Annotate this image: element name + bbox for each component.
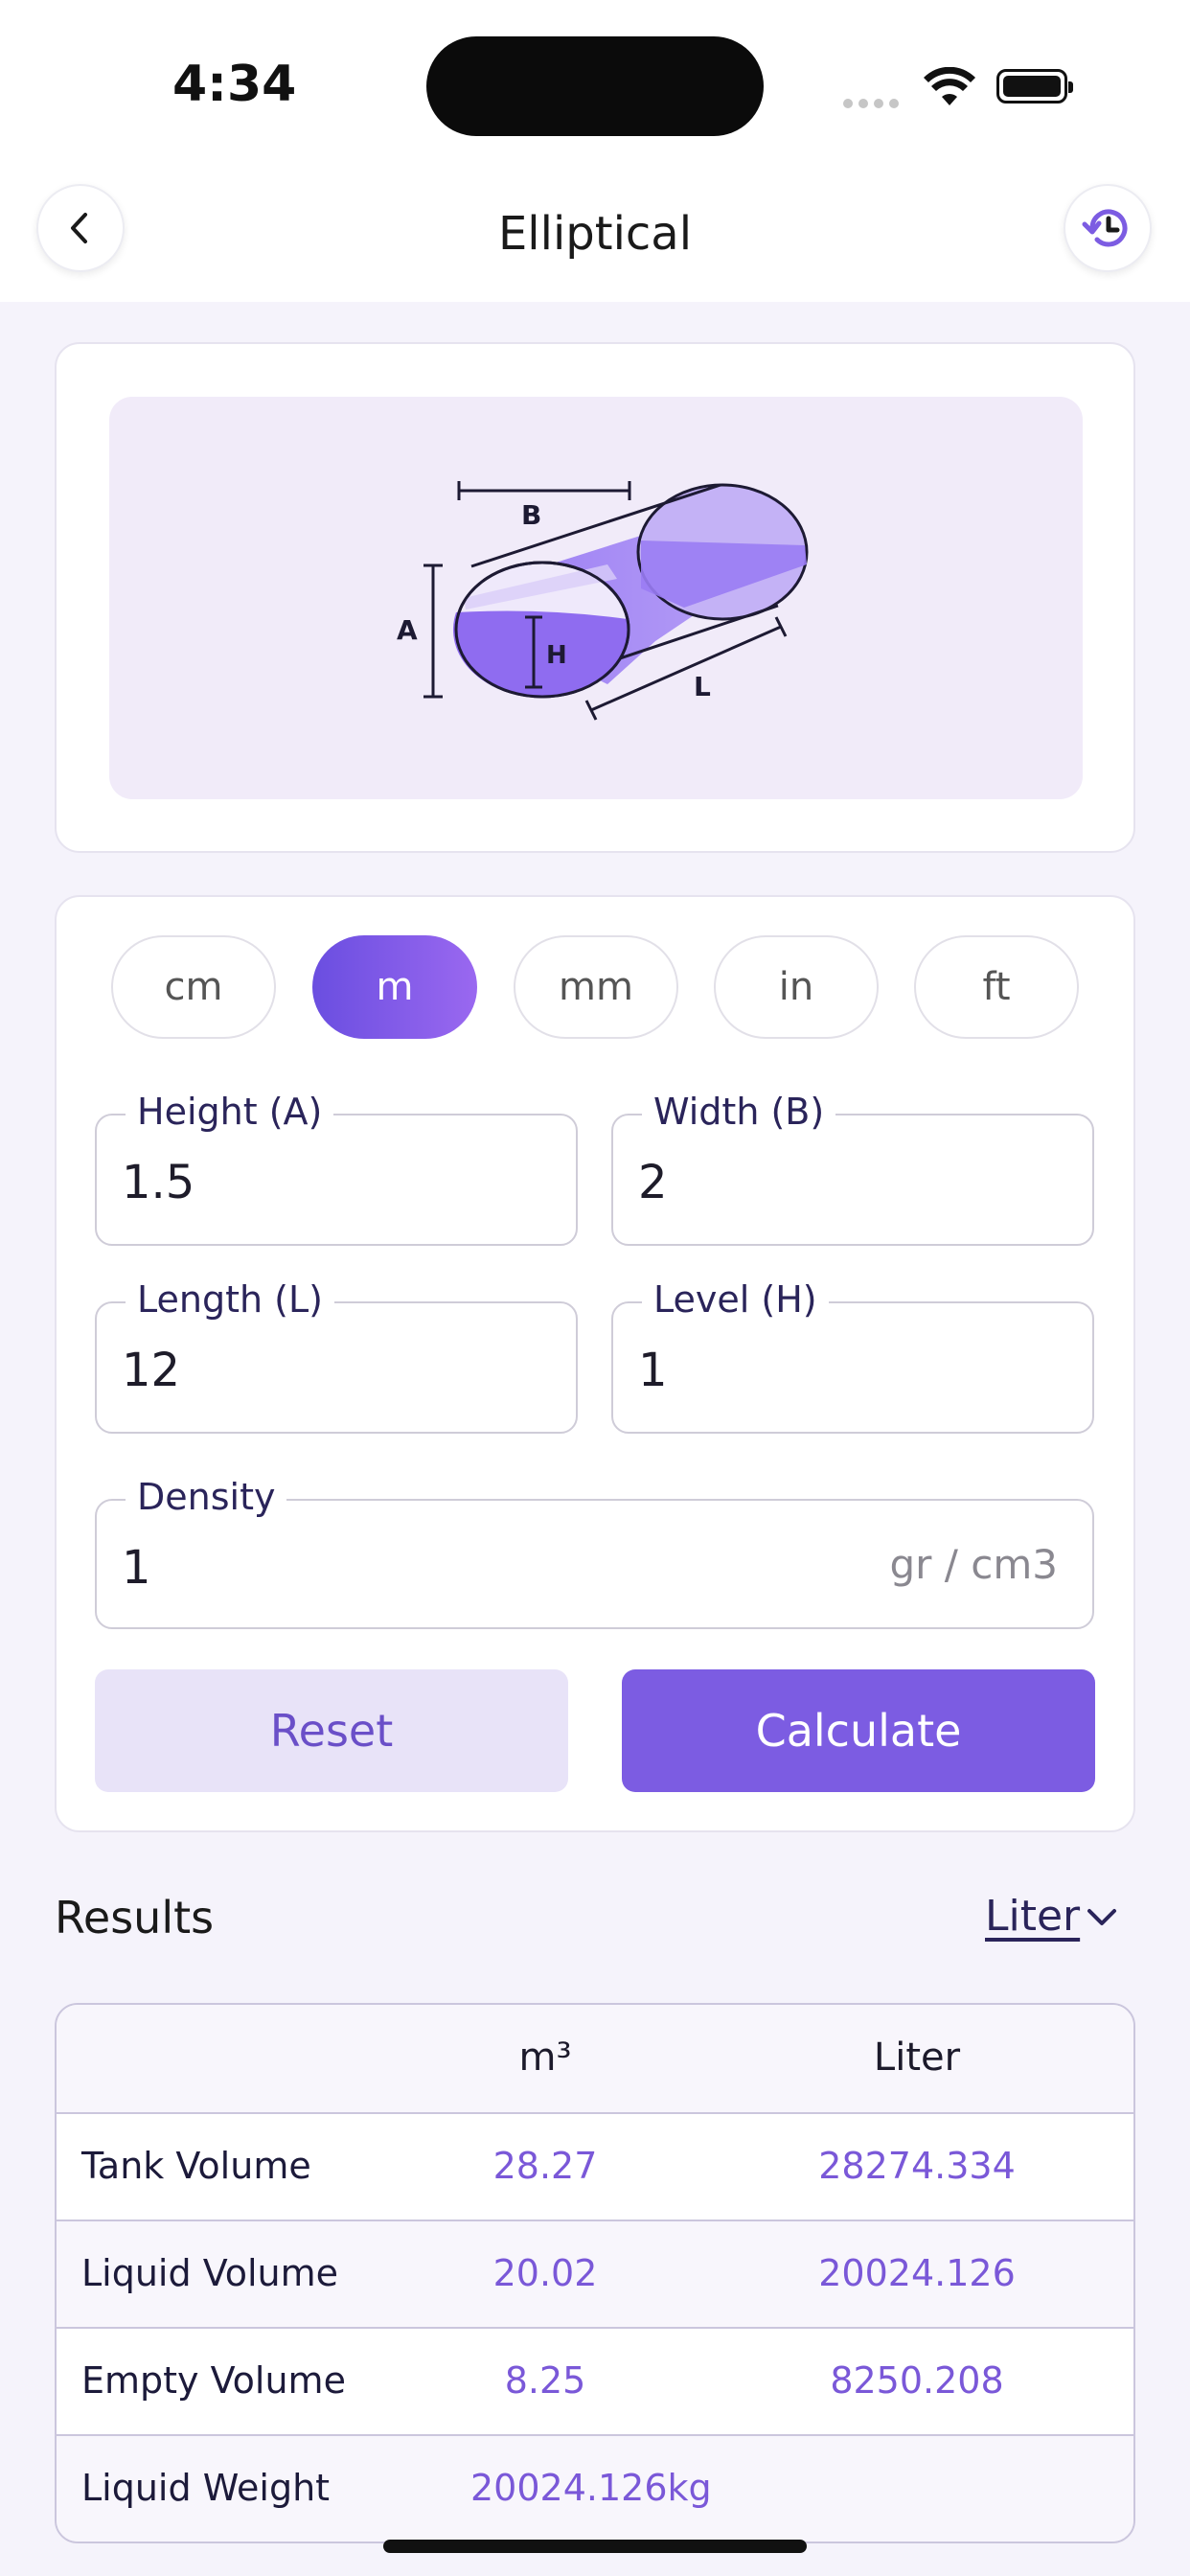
row-label: Tank Volume bbox=[81, 2145, 311, 2187]
unit-m[interactable]: m bbox=[312, 935, 477, 1039]
input-card: cm m mm in ft Height (A) 1.5 Width (B) 2… bbox=[55, 895, 1135, 1832]
unit-cm[interactable]: cm bbox=[111, 935, 276, 1039]
reset-button[interactable]: Reset bbox=[95, 1669, 568, 1792]
label-a: A bbox=[397, 614, 418, 646]
history-button[interactable] bbox=[1064, 184, 1152, 272]
table-row: Liquid Volume 20.02 20024.126 bbox=[57, 2220, 1133, 2327]
page-title: Elliptical bbox=[497, 207, 693, 261]
label-b: B bbox=[521, 499, 541, 531]
result-unit-select[interactable]: Liter bbox=[985, 1892, 1080, 1941]
column-header-liter: Liter bbox=[873, 2036, 961, 2080]
density-value[interactable]: 1 bbox=[122, 1541, 151, 1595]
nav-header: Elliptical bbox=[0, 172, 1190, 302]
label-h: H bbox=[546, 641, 567, 670]
results-title: Results bbox=[55, 1892, 215, 1944]
status-time: 4:34 bbox=[172, 56, 297, 113]
width-field[interactable]: Width (B) 2 bbox=[611, 1091, 1094, 1246]
unit-ft[interactable]: ft bbox=[914, 935, 1079, 1039]
length-field[interactable]: Length (L) 12 bbox=[95, 1278, 578, 1434]
row-value-m3: 8.25 bbox=[504, 2359, 586, 2402]
row-value-liter: 20024.126 bbox=[818, 2252, 1016, 2294]
length-value[interactable]: 12 bbox=[122, 1344, 180, 1397]
results-table: m³ Liter Tank Volume 28.27 28274.334 Liq… bbox=[55, 2003, 1135, 2543]
cellular-signal-icon bbox=[843, 94, 904, 112]
width-label: Width (B) bbox=[642, 1091, 836, 1133]
level-label: Level (H) bbox=[642, 1278, 829, 1321]
density-field[interactable]: Density 1 gr / cm3 bbox=[95, 1476, 1094, 1629]
status-bar: 4:34 bbox=[0, 0, 1190, 172]
table-header-row: m³ Liter bbox=[57, 2005, 1133, 2112]
home-indicator[interactable] bbox=[383, 2540, 807, 2553]
battery-icon bbox=[996, 69, 1073, 104]
unit-mm[interactable]: mm bbox=[514, 935, 678, 1039]
history-icon bbox=[1082, 209, 1128, 247]
row-value-liter: 28274.334 bbox=[818, 2145, 1016, 2187]
level-value[interactable]: 1 bbox=[638, 1344, 668, 1397]
column-header-m3: m³ bbox=[518, 2036, 572, 2080]
elliptical-tank-diagram: H A B L bbox=[397, 481, 809, 721]
row-label: Empty Volume bbox=[81, 2359, 346, 2402]
density-label: Density bbox=[126, 1476, 287, 1518]
diagram-background: H A B L bbox=[109, 397, 1083, 799]
weight-label: Liquid Weight bbox=[81, 2467, 331, 2509]
row-value-liter: 8250.208 bbox=[830, 2359, 1004, 2402]
row-label: Liquid Volume bbox=[81, 2252, 339, 2294]
height-value[interactable]: 1.5 bbox=[122, 1156, 195, 1209]
label-l: L bbox=[694, 671, 711, 702]
width-value[interactable]: 2 bbox=[638, 1156, 668, 1209]
calculate-button[interactable]: Calculate bbox=[622, 1669, 1095, 1792]
weight-value: 20024.126kg bbox=[470, 2467, 712, 2509]
level-field[interactable]: Level (H) 1 bbox=[611, 1278, 1094, 1434]
row-value-m3: 28.27 bbox=[492, 2145, 598, 2187]
diagram-card: H A B L bbox=[55, 342, 1135, 853]
dynamic-island bbox=[426, 36, 764, 136]
wifi-icon bbox=[924, 67, 975, 105]
table-row: Liquid Weight 20024.126kg bbox=[57, 2434, 1133, 2542]
row-value-m3: 20.02 bbox=[492, 2252, 598, 2294]
height-field[interactable]: Height (A) 1.5 bbox=[95, 1091, 578, 1246]
height-label: Height (A) bbox=[126, 1091, 334, 1133]
density-unit: gr / cm3 bbox=[889, 1541, 1058, 1588]
table-row: Tank Volume 28.27 28274.334 bbox=[57, 2112, 1133, 2220]
chevron-down-icon[interactable] bbox=[1085, 1903, 1119, 1930]
length-label: Length (L) bbox=[126, 1278, 334, 1321]
unit-in[interactable]: in bbox=[714, 935, 879, 1039]
table-row: Empty Volume 8.25 8250.208 bbox=[57, 2327, 1133, 2434]
